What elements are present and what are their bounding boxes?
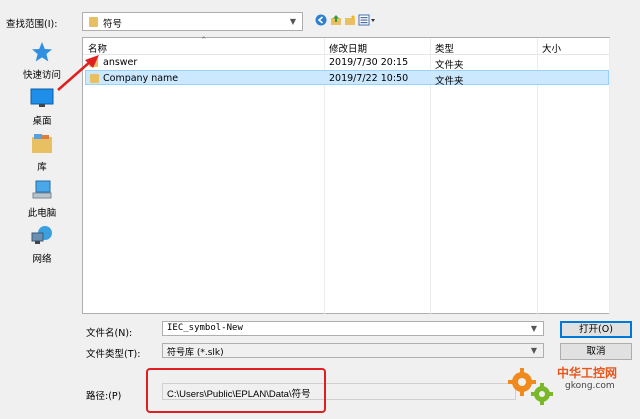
new-folder-button[interactable] <box>344 14 356 28</box>
chevron-down-icon[interactable]: ▼ <box>286 15 300 29</box>
place-this-pc[interactable]: 此电脑 <box>6 179 78 223</box>
look-in-value: 符号 <box>103 19 123 30</box>
library-icon <box>30 133 54 155</box>
desktop-icon <box>30 87 54 109</box>
column-date[interactable]: 修改日期 <box>329 41 367 55</box>
filetype-label: 文件类型(T): <box>86 349 141 360</box>
column-type[interactable]: 类型 <box>435 41 454 55</box>
place-network[interactable]: 网络 <box>6 225 78 269</box>
up-folder-button[interactable] <box>330 14 342 28</box>
watermark-title: 中华工控网 <box>557 366 618 380</box>
folder-icon <box>89 17 98 27</box>
view-menu-icon <box>358 14 375 26</box>
chevron-down-icon[interactable]: ▼ <box>527 344 541 358</box>
file-list-header: ⌃ 名称 修改日期 类型 大小 <box>83 36 609 55</box>
look-in-combo[interactable]: 符号 ▼ <box>82 12 303 31</box>
filename-label: 文件名(N): <box>86 328 133 339</box>
sort-up-icon: ⌃ <box>200 36 208 46</box>
view-menu-button[interactable] <box>358 14 378 28</box>
chevron-down-icon[interactable]: ▼ <box>527 322 541 336</box>
file-list[interactable]: ⌃ 名称 修改日期 类型 大小 answer 2019/7/30 20:15 文… <box>82 36 610 315</box>
network-icon <box>30 225 54 247</box>
filename-value: IEC_symbol-New <box>167 323 243 333</box>
watermark-domain: gkong.com <box>565 381 615 391</box>
filetype-select[interactable]: 符号库 (*.slk) ▼ <box>162 343 544 358</box>
gear-logo-icon <box>508 368 553 405</box>
annotation-highlight-box <box>146 368 326 413</box>
column-divider <box>609 38 610 315</box>
star-icon <box>30 41 54 63</box>
watermark: 中华工控网 gkong.com <box>505 358 640 413</box>
computer-icon <box>30 179 54 201</box>
path-label: 路径:(P) <box>86 391 122 402</box>
back-arrow-icon <box>315 14 327 26</box>
file-row-answer[interactable]: answer 2019/7/30 20:15 文件夹 <box>85 55 609 71</box>
filetype-value: 符号库 (*.slk) <box>167 348 224 358</box>
open-button[interactable]: 打开(O) <box>560 321 632 338</box>
up-folder-icon <box>331 15 341 25</box>
look-in-label: 查找范围(I): <box>6 19 58 30</box>
column-size[interactable]: 大小 <box>542 41 561 55</box>
file-row-company-name[interactable]: Company name 2019/7/22 10:50 文件夹 <box>85 70 609 87</box>
back-button[interactable] <box>314 14 328 28</box>
place-library[interactable]: 库 <box>6 133 78 177</box>
filename-field[interactable]: IEC_symbol-New ▼ <box>162 321 544 336</box>
new-folder-icon <box>345 14 356 25</box>
annotation-arrow-icon <box>57 55 99 91</box>
